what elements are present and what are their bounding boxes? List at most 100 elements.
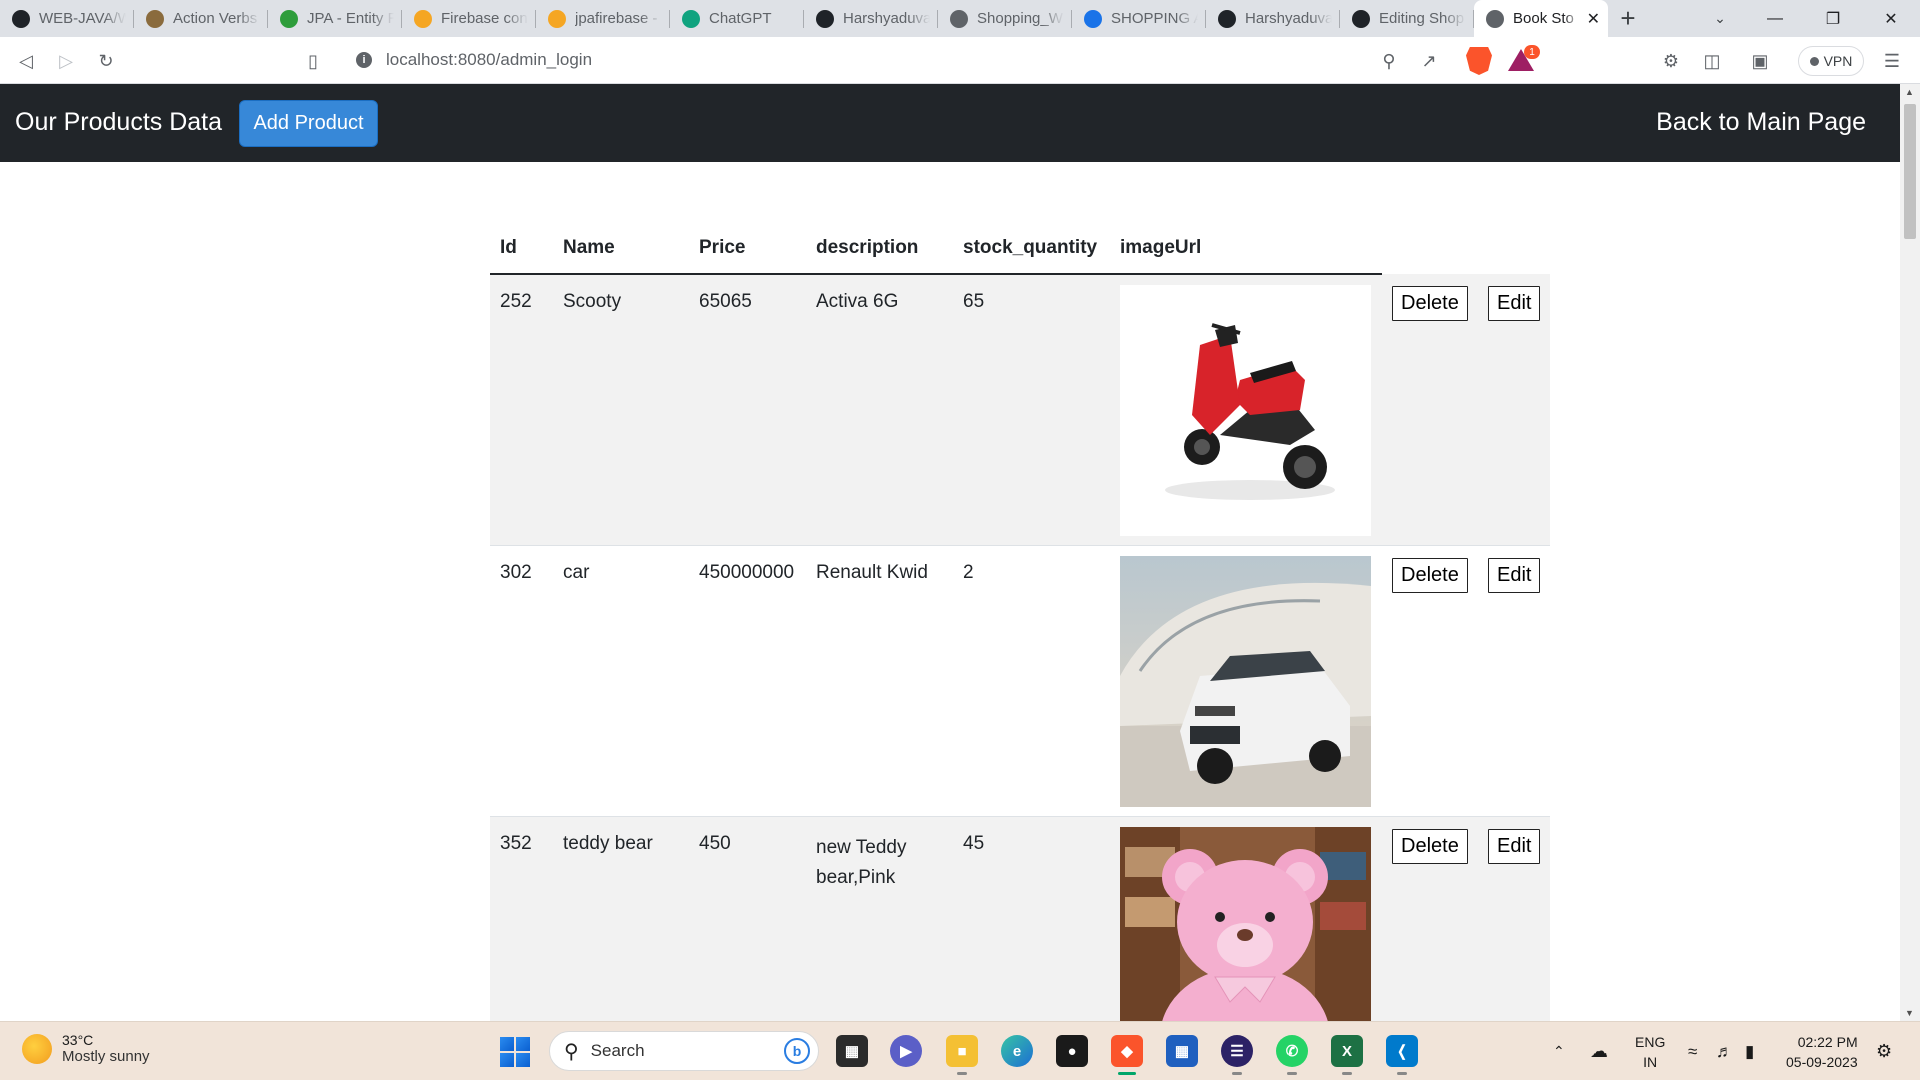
bookmark-icon[interactable]: ▯: [297, 45, 329, 77]
search-label: Search: [590, 1041, 645, 1060]
cell-name: car: [553, 545, 689, 817]
edit-button[interactable]: Edit: [1488, 286, 1541, 321]
pink-teddy-bear-image: [1120, 826, 1371, 1021]
taskbar-clock[interactable]: 02:22 PM 05-09-2023: [1786, 1032, 1858, 1072]
file-explorer-icon[interactable]: ■: [946, 1035, 978, 1075]
tab-title: jpafirebase -: [575, 10, 658, 27]
scroll-up-icon[interactable]: ▲: [1905, 87, 1914, 97]
firebase-icon: [414, 9, 432, 28]
cell-edit: Edit: [1478, 545, 1551, 817]
volume-icon[interactable]: ♬: [1716, 1022, 1733, 1080]
language-indicator[interactable]: ENG IN: [1635, 1032, 1665, 1072]
back-icon[interactable]: ◁: [10, 45, 42, 77]
extensions-icon[interactable]: ⚙: [1655, 45, 1687, 77]
screen-recorder-icon[interactable]: ●: [1056, 1035, 1088, 1067]
red-scooter-image: [1120, 285, 1371, 536]
browser-toolbar: ◁ ▷ ↻ ▯ i localhost:8080/admin_login ⚲ ↗…: [0, 37, 1920, 84]
browser-tab[interactable]: WEB-JAVA/W: [0, 0, 134, 37]
site-info-icon[interactable]: i: [356, 52, 372, 68]
white-renault-kwid-image: [1120, 555, 1371, 807]
scroll-down-icon[interactable]: ▼: [1905, 1008, 1914, 1018]
url-text: localhost:8080/admin_login: [386, 50, 593, 69]
browser-tab[interactable]: ChatGPT: [670, 0, 804, 37]
maximize-icon[interactable]: ❐: [1804, 0, 1862, 37]
brave-browser-icon[interactable]: ◆: [1111, 1035, 1143, 1075]
vpn-button[interactable]: VPN: [1798, 46, 1864, 76]
brave-shields-icon[interactable]: [1466, 47, 1492, 75]
browser-tab[interactable]: Harshyaduva: [804, 0, 938, 37]
notifications-icon[interactable]: ⚙: [1876, 1022, 1892, 1080]
cell-delete: Delete: [1382, 816, 1478, 1021]
cell-name: Scooty: [553, 274, 689, 546]
scrollbar-thumb[interactable]: [1904, 104, 1916, 239]
cell-description: Activa 6G: [806, 274, 953, 546]
tab-title: WEB-JAVA/W: [39, 10, 126, 27]
wallet-icon[interactable]: ▣: [1744, 45, 1776, 77]
browser-tab[interactable]: Action Verbs: [134, 0, 268, 37]
whatsapp-icon[interactable]: ✆: [1276, 1035, 1308, 1075]
reload-icon[interactable]: ↻: [90, 45, 122, 77]
google-drive-icon: [1084, 9, 1102, 28]
minimize-icon[interactable]: —: [1746, 0, 1804, 37]
show-hidden-icons-chevron-icon[interactable]: ⌃: [1553, 1022, 1565, 1080]
new-tab-button[interactable]: +: [1608, 0, 1648, 37]
add-product-button[interactable]: Add Product: [239, 100, 378, 147]
task-view-icon[interactable]: ▦: [836, 1035, 868, 1067]
battery-icon[interactable]: ▮: [1745, 1022, 1754, 1080]
browser-tab[interactable]: Book Sto ✕: [1474, 0, 1608, 37]
forward-icon[interactable]: ▷: [50, 45, 82, 77]
tab-title: Book Sto: [1513, 10, 1574, 27]
table-row: 302 car 450000000 Renault Kwid 2 Delete …: [490, 545, 1551, 817]
globe-icon: [950, 9, 968, 28]
wifi-icon[interactable]: ≈: [1688, 1022, 1697, 1080]
cell-delete: Delete: [1382, 545, 1478, 817]
tab-search-chevron-icon[interactable]: ⌄: [1700, 0, 1740, 37]
onedrive-icon[interactable]: ☁: [1590, 1022, 1608, 1080]
cell-edit: Edit: [1478, 816, 1551, 1021]
browser-tab[interactable]: Harshyaduva: [1206, 0, 1340, 37]
teams-chat-icon[interactable]: ▶: [890, 1035, 922, 1067]
menu-icon[interactable]: ☰: [1876, 45, 1908, 77]
delete-button[interactable]: Delete: [1392, 557, 1468, 593]
cell-image: [1110, 545, 1382, 817]
tab-title: JPA - Entity R: [307, 10, 394, 27]
screen: WEB-JAVA/W Action Verbs JPA - Entity R Fire…: [0, 0, 1920, 1080]
tab-title: Harshyaduva: [1245, 10, 1332, 27]
vpn-label: VPN: [1823, 53, 1853, 69]
browser-tab[interactable]: jpafirebase -: [536, 0, 670, 37]
cell-id: 302: [490, 545, 553, 817]
delete-button[interactable]: Delete: [1392, 828, 1468, 864]
key-icon[interactable]: ⚲: [1373, 45, 1405, 77]
windows-taskbar: 33°C Mostly sunny ⚲ Search b ▦ ▶ ■ e ● ◆…: [0, 1021, 1920, 1080]
close-tab-icon[interactable]: ✕: [1587, 9, 1600, 29]
close-window-icon[interactable]: ✕: [1862, 0, 1920, 37]
excel-icon[interactable]: X: [1331, 1035, 1363, 1075]
browser-tab[interactable]: Firebase con: [402, 0, 536, 37]
page-scrollbar[interactable]: ▲ ▼: [1900, 84, 1920, 1021]
firebase-icon: [548, 9, 566, 28]
browser-tab[interactable]: JPA - Entity R: [268, 0, 402, 37]
back-to-main-link[interactable]: Back to Main Page: [1656, 108, 1866, 137]
edit-button[interactable]: Edit: [1488, 828, 1541, 864]
column-header-price: Price: [689, 222, 806, 275]
eclipse-icon[interactable]: ☰: [1221, 1035, 1253, 1075]
microsoft-store-icon[interactable]: ▦: [1166, 1035, 1198, 1067]
taskbar-search[interactable]: ⚲ Search b: [549, 1031, 819, 1071]
delete-button[interactable]: Delete: [1392, 286, 1468, 321]
search-icon: ⚲: [564, 1040, 579, 1063]
browser-tab[interactable]: Editing Shop: [1340, 0, 1474, 37]
edge-icon[interactable]: e: [1001, 1035, 1033, 1067]
cell-stock: 2: [953, 545, 1110, 817]
bing-icon[interactable]: b: [784, 1038, 810, 1064]
sidebar-icon[interactable]: ◫: [1696, 45, 1728, 77]
address-bar[interactable]: i localhost:8080/admin_login: [340, 43, 1540, 77]
browser-tab[interactable]: SHOPPING A: [1072, 0, 1206, 37]
weather-widget[interactable]: 33°C Mostly sunny: [22, 1032, 150, 1065]
edit-button[interactable]: Edit: [1488, 557, 1541, 593]
browser-tab[interactable]: Shopping_W: [938, 0, 1072, 37]
windows-start-icon[interactable]: [500, 1037, 530, 1067]
vscode-icon[interactable]: ❬: [1386, 1035, 1418, 1075]
table-row: 352 teddy bear 450 new Teddy bear,Pink 4…: [490, 816, 1551, 1021]
share-icon[interactable]: ↗: [1413, 45, 1445, 77]
navbar-brand[interactable]: Our Products Data: [15, 108, 222, 137]
